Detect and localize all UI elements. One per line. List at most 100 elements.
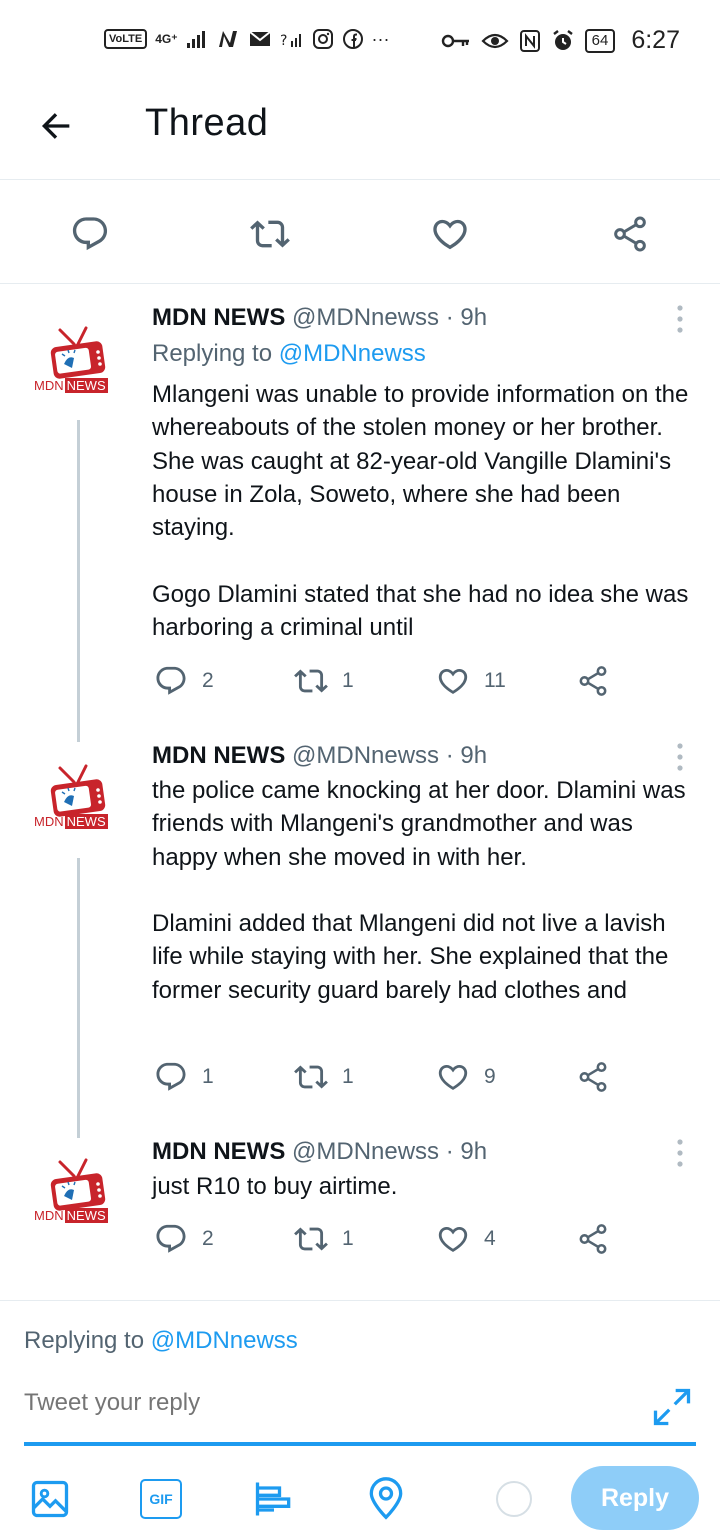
- like-action[interactable]: 4: [436, 1222, 496, 1256]
- heart-icon: [436, 664, 470, 698]
- more-options-icon[interactable]: [674, 1138, 686, 1168]
- mail-icon: [248, 31, 271, 46]
- eye-icon: [481, 33, 509, 48]
- tweet-text: Mlangeni was unable to provide informati…: [152, 381, 689, 642]
- character-count-circle: [496, 1481, 532, 1517]
- wifi-signal-icon: ?: [280, 33, 301, 49]
- arrow-left-icon[interactable]: [36, 106, 76, 146]
- like-action[interactable]: 11: [436, 664, 506, 698]
- retweet-action[interactable]: 1: [294, 1222, 354, 1256]
- input-focus-underline: [24, 1442, 696, 1446]
- key-icon: [441, 34, 469, 47]
- author-name[interactable]: MDN NEWS: [152, 1138, 285, 1165]
- n-app-icon: [218, 31, 237, 47]
- focused-tweet-actions: [0, 188, 720, 284]
- svg-text:?: ?: [280, 33, 287, 49]
- composer-replying-handle[interactable]: @MDNnewss: [151, 1327, 298, 1354]
- author-handle-time: @MDNnewss · 9h: [292, 1138, 488, 1165]
- share-icon: [576, 664, 610, 698]
- retweet-icon: [294, 1060, 328, 1094]
- location-pin-icon[interactable]: [364, 1477, 408, 1521]
- share-action[interactable]: [576, 1060, 610, 1094]
- network-type: 4G⁺: [155, 32, 178, 46]
- tweet-text: the police came knocking at her door. Dl…: [152, 777, 686, 1004]
- tweet-actions: 2 1 11: [152, 664, 622, 704]
- tweet-1[interactable]: MDN NEWS MDN NEWS @MDNnewss · 9h Replying…: [0, 290, 720, 742]
- volte-badge: VoLTE: [104, 29, 148, 49]
- signal-icon: [186, 31, 205, 48]
- retweet-count: 1: [342, 1065, 354, 1088]
- tweet-reply-input[interactable]: [24, 1389, 584, 1417]
- retweet-count: 1: [342, 669, 354, 692]
- author-handle-time: @MDNnewss · 9h: [292, 304, 488, 331]
- like-action[interactable]: 9: [436, 1060, 496, 1094]
- image-icon[interactable]: [28, 1477, 72, 1521]
- reply-count: 2: [202, 669, 214, 692]
- mdn-news-avatar[interactable]: [34, 762, 126, 842]
- page-title: Thread: [145, 102, 269, 144]
- reply-icon: [154, 1060, 188, 1094]
- status-bar: VoLTE 4G⁺ ? ··· 64 6:27: [0, 0, 720, 84]
- reply-icon: [154, 1222, 188, 1256]
- reply-icon: [154, 664, 188, 698]
- reply-action[interactable]: 1: [154, 1060, 214, 1094]
- reply-button[interactable]: Reply: [571, 1466, 699, 1530]
- top-app-bar: Thread: [0, 84, 720, 180]
- tweet-actions: 1 1 9: [152, 1060, 622, 1100]
- tweet-3[interactable]: MDN NEWS MDN NEWS @MDNnewss · 9h just R10…: [0, 1124, 720, 1294]
- more-options-icon[interactable]: [674, 742, 686, 772]
- like-count: 4: [484, 1227, 496, 1250]
- like-count: 9: [484, 1065, 496, 1088]
- share-icon[interactable]: [610, 214, 650, 254]
- share-icon: [576, 1222, 610, 1256]
- alarm-icon: [552, 29, 573, 50]
- share-icon: [576, 1060, 610, 1094]
- retweet-action[interactable]: 1: [294, 664, 354, 698]
- like-count: 11: [484, 669, 506, 692]
- reply-icon[interactable]: [70, 214, 110, 254]
- heart-icon: [436, 1222, 470, 1256]
- tweet-text: just R10 to buy airtime.: [152, 1173, 398, 1200]
- author-handle-time: @MDNnewss · 9h: [292, 742, 488, 769]
- author-name[interactable]: MDN NEWS: [152, 304, 285, 331]
- thread-connector: [77, 420, 80, 742]
- replying-to: Replying to @MDNnewss: [152, 340, 426, 367]
- retweet-icon: [294, 664, 328, 698]
- tweet-header: MDN NEWS @MDNnewss · 9h: [152, 304, 487, 332]
- retweet-icon[interactable]: [250, 214, 290, 254]
- nfc-icon: [519, 29, 540, 52]
- more-options-icon[interactable]: [674, 304, 686, 334]
- battery-indicator: 64: [584, 28, 616, 53]
- share-action[interactable]: [576, 664, 610, 698]
- thread-connector: [77, 858, 80, 1138]
- gif-icon[interactable]: GIF: [140, 1479, 182, 1519]
- avatar-logo-text: MDN NEWS: [34, 1208, 108, 1223]
- tweet-header: MDN NEWS @MDNnewss · 9h: [152, 1138, 487, 1166]
- tweet-actions: 2 1 4: [152, 1222, 622, 1262]
- more-notifications-icon: ···: [371, 28, 390, 49]
- retweet-action[interactable]: 1: [294, 1060, 354, 1094]
- mdn-news-avatar[interactable]: [34, 1156, 126, 1236]
- facebook-icon: [342, 29, 363, 49]
- avatar-logo-text: MDN NEWS: [34, 814, 108, 829]
- status-left: VoLTE 4G⁺ ? ···: [104, 28, 390, 50]
- retweet-icon: [294, 1222, 328, 1256]
- reply-count: 2: [202, 1227, 214, 1250]
- author-name[interactable]: MDN NEWS: [152, 742, 285, 769]
- composer-replying-to: Replying to @MDNnewss: [24, 1327, 298, 1354]
- like-icon[interactable]: [430, 214, 470, 254]
- tweet-header: MDN NEWS @MDNnewss · 9h: [152, 742, 487, 770]
- reply-action[interactable]: 2: [154, 664, 214, 698]
- status-right: 64 6:27: [441, 26, 680, 55]
- tweet-2[interactable]: MDN NEWS MDN NEWS @MDNnewss · 9h the poli…: [0, 728, 720, 1138]
- replying-to-handle[interactable]: @MDNnewss: [279, 340, 426, 367]
- share-action[interactable]: [576, 1222, 610, 1256]
- reply-action[interactable]: 2: [154, 1222, 214, 1256]
- retweet-count: 1: [342, 1227, 354, 1250]
- instagram-icon: [312, 29, 333, 49]
- avatar-logo-text: MDN NEWS: [34, 378, 108, 393]
- expand-icon[interactable]: [650, 1385, 694, 1429]
- poll-icon[interactable]: [252, 1477, 296, 1521]
- reply-count: 1: [202, 1065, 214, 1088]
- heart-icon: [436, 1060, 470, 1094]
